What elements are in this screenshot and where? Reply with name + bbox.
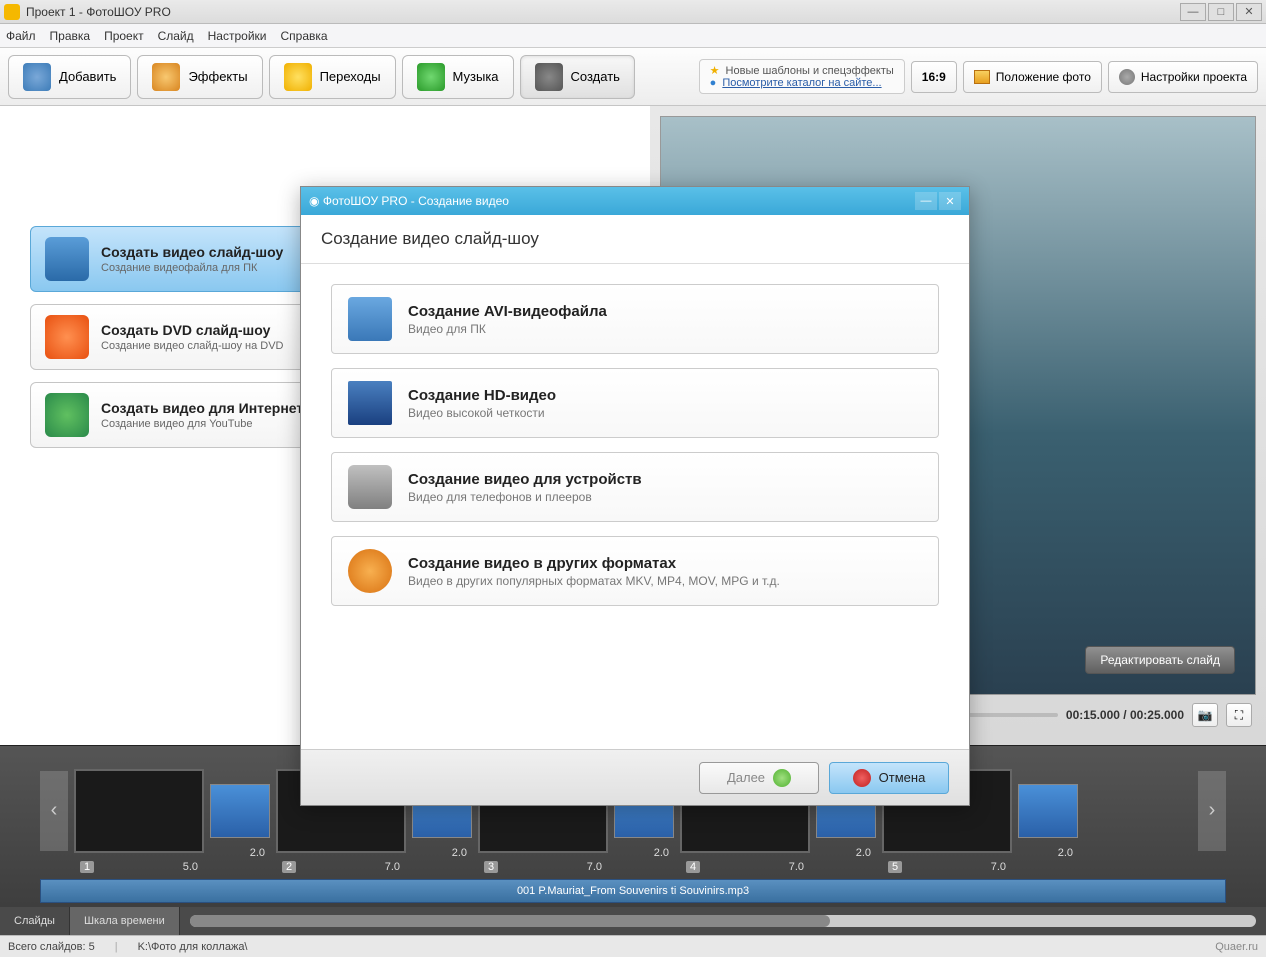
titlebar: Проект 1 - ФотоШОУ PRO — □ ✕: [0, 0, 1266, 24]
menu-settings[interactable]: Настройки: [208, 29, 267, 43]
timeline-tabs: Слайды Шкала времени: [0, 907, 1266, 935]
dialog-body: Создание AVI-видеофайлаВидео для ПК Созд…: [301, 264, 969, 749]
transition-thumb[interactable]: 2.0: [1018, 784, 1078, 838]
transition-thumb[interactable]: 2.0: [210, 784, 270, 838]
next-button[interactable]: Далее: [699, 762, 819, 794]
tab-slides[interactable]: Слайды: [0, 907, 70, 935]
avi-icon: [348, 297, 392, 341]
edit-slide-button[interactable]: Редактировать слайд: [1085, 646, 1235, 674]
reel-icon: ◉: [309, 194, 319, 208]
tab-music[interactable]: Музыка: [402, 55, 514, 99]
timeline-next[interactable]: ›: [1198, 771, 1226, 851]
video-icon: [45, 237, 89, 281]
tab-timeline-scale[interactable]: Шкала времени: [70, 907, 180, 935]
dialog-minimize[interactable]: —: [915, 192, 937, 210]
menu-help[interactable]: Справка: [280, 29, 327, 43]
scrollbar-thumb[interactable]: [190, 915, 830, 927]
promo-link[interactable]: Посмотрите каталог на сайте...: [722, 77, 881, 89]
hd-icon: [348, 381, 392, 425]
menu-project[interactable]: Проект: [104, 29, 144, 43]
menu-edit[interactable]: Правка: [50, 29, 91, 43]
project-settings-button[interactable]: Настройки проекта: [1108, 61, 1258, 93]
export-avi[interactable]: Создание AVI-видеофайлаВидео для ПК: [331, 284, 939, 354]
cancel-button[interactable]: Отмена: [829, 762, 949, 794]
audio-track[interactable]: 001 P.Mauriat_From Souvenirs ti Souvinir…: [40, 879, 1226, 903]
menubar: Файл Правка Проект Слайд Настройки Справ…: [0, 24, 1266, 48]
export-other[interactable]: Создание видео в других форматахВидео в …: [331, 536, 939, 606]
photo-position-button[interactable]: Положение фото: [963, 61, 1102, 93]
phone-icon: [348, 465, 392, 509]
camera-icon: [23, 63, 51, 91]
toolbar: Добавить Эффекты Переходы Музыка Создать…: [0, 48, 1266, 106]
aspect-ratio-button[interactable]: 16:9: [911, 61, 957, 93]
dvd-icon: [45, 315, 89, 359]
window-title: Проект 1 - ФотоШОУ PRO: [26, 5, 1180, 19]
fullscreen-button[interactable]: ⛶: [1226, 703, 1252, 727]
tab-effects[interactable]: Эффекты: [137, 55, 262, 99]
star-icon: ★: [710, 64, 720, 77]
promo-box: ★ Новые шаблоны и спецэффекты ● Посмотрите…: [699, 59, 905, 94]
export-hd[interactable]: Создание HD-видеоВидео высокой четкости: [331, 368, 939, 438]
cancel-icon: [853, 769, 871, 787]
tab-add[interactable]: Добавить: [8, 55, 131, 99]
export-dialog: ◉ ФотоШОУ PRO - Создание видео — ✕ Созда…: [300, 186, 970, 806]
tab-create[interactable]: Создать: [520, 55, 635, 99]
palette-icon: [152, 63, 180, 91]
timeline-scrollbar[interactable]: [190, 915, 1256, 927]
close-button[interactable]: ✕: [1236, 3, 1262, 21]
reel-icon: [535, 63, 563, 91]
brand-label: Quaer.ru: [1215, 941, 1258, 953]
music-icon: [417, 63, 445, 91]
slide-count: Всего слайдов: 5: [8, 941, 95, 953]
statusbar: Всего слайдов: 5 | K:\Фото для коллажа\ …: [0, 935, 1266, 957]
dialog-footer: Далее Отмена: [301, 749, 969, 805]
folder-path: K:\Фото для коллажа\: [138, 941, 248, 953]
snapshot-button[interactable]: 📷: [1192, 703, 1218, 727]
dialog-close[interactable]: ✕: [939, 192, 961, 210]
dialog-header: Создание видео слайд-шоу: [301, 215, 969, 264]
globe-icon: [45, 393, 89, 437]
dialog-titlebar: ◉ ФотоШОУ PRO - Создание видео — ✕: [301, 187, 969, 215]
tab-transitions[interactable]: Переходы: [269, 55, 396, 99]
timeline-prev[interactable]: ‹: [40, 771, 68, 851]
minimize-button[interactable]: —: [1180, 3, 1206, 21]
slide-thumb[interactable]: 15.0: [74, 769, 204, 853]
menu-file[interactable]: Файл: [6, 29, 36, 43]
dialog-title: ФотоШОУ PRO - Создание видео: [323, 194, 509, 208]
menu-slide[interactable]: Слайд: [158, 29, 194, 43]
maximize-button[interactable]: □: [1208, 3, 1234, 21]
arrow-right-icon: [773, 769, 791, 787]
globe-icon: ●: [710, 77, 717, 89]
gear-icon: [1119, 69, 1135, 85]
film-reel-icon: [348, 549, 392, 593]
picture-icon: [974, 70, 990, 84]
star-icon: [284, 63, 312, 91]
timecode: 00:15.000 / 00:25.000: [1066, 708, 1184, 722]
promo-text: Новые шаблоны и спецэффекты: [726, 65, 894, 77]
export-devices[interactable]: Создание видео для устройствВидео для те…: [331, 452, 939, 522]
app-icon: [4, 4, 20, 20]
main-window: Проект 1 - ФотоШОУ PRO — □ ✕ Файл Правка…: [0, 0, 1266, 957]
